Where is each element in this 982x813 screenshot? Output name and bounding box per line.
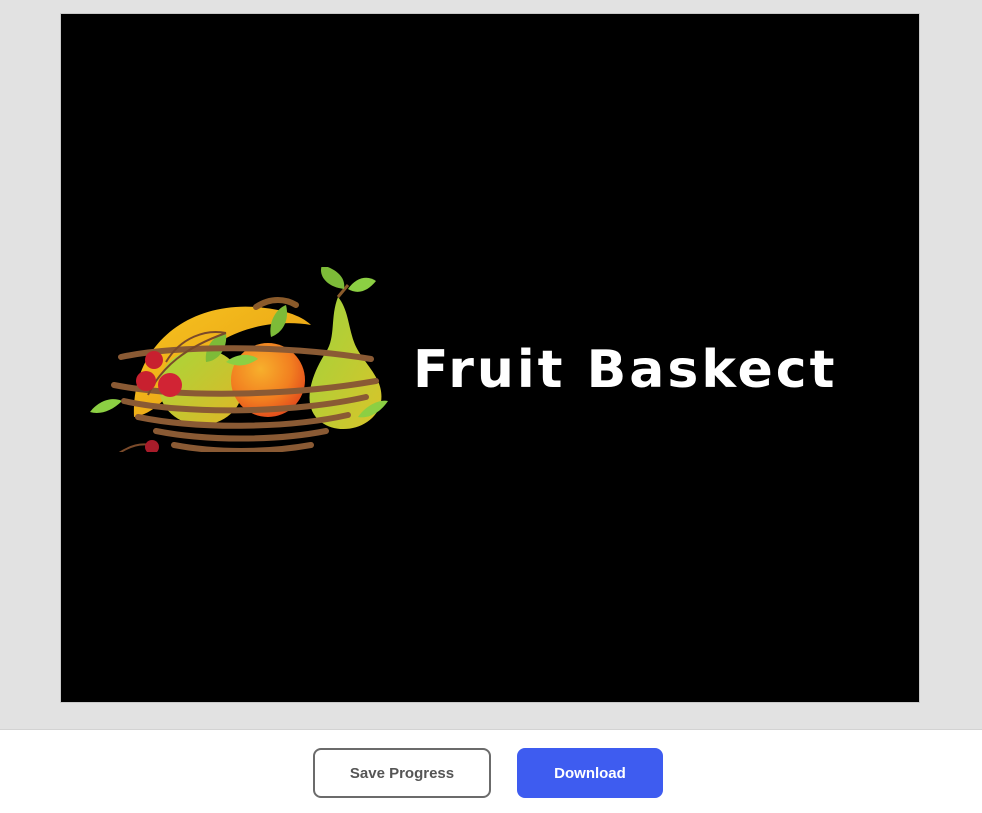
action-bar: Save Progress Download — [0, 730, 982, 813]
design-canvas[interactable]: Fruit Baskect — [60, 13, 920, 703]
fruit-basket-icon — [90, 267, 388, 452]
save-progress-button[interactable]: Save Progress — [313, 748, 491, 798]
logo-text: Fruit Baskect — [413, 340, 838, 400]
download-button[interactable]: Download — [517, 748, 663, 798]
workspace: Fruit Baskect — [0, 0, 982, 730]
